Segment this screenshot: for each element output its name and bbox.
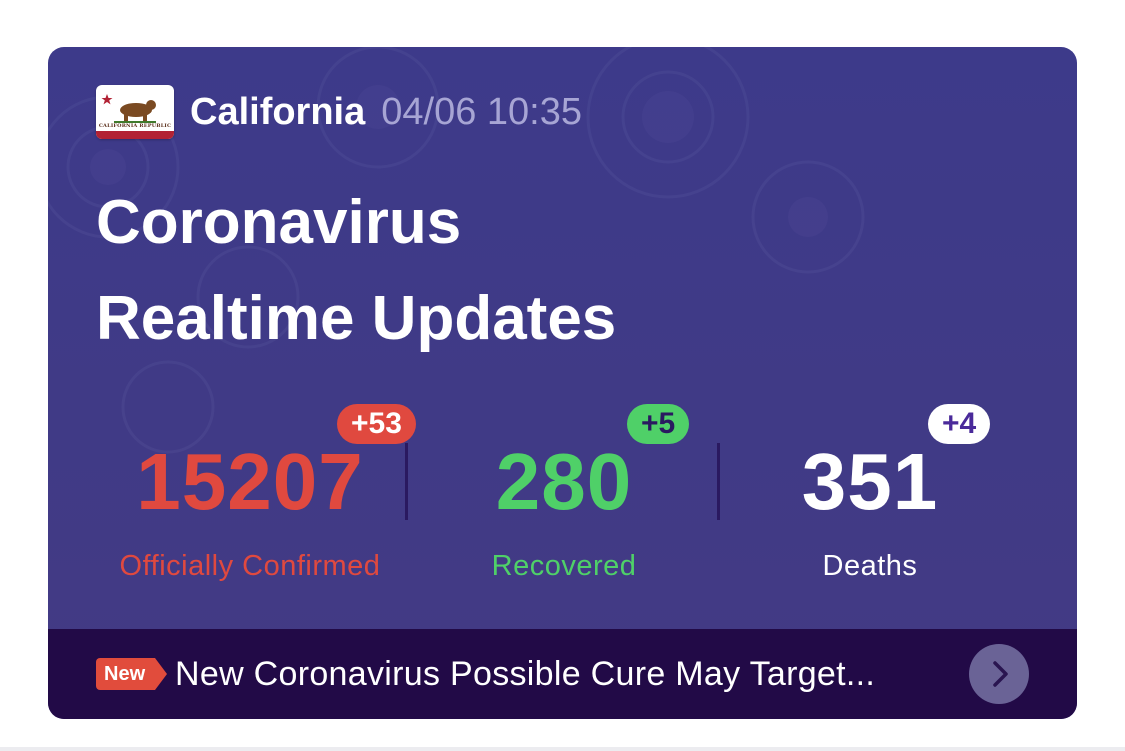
card-title: Coronavirus Realtime Updates xyxy=(96,175,616,367)
news-arrow-button[interactable] xyxy=(969,644,1029,704)
coronavirus-updates-card[interactable]: CALIFORNIA REPUBLIC California 04/06 10:… xyxy=(48,47,1077,719)
news-bar[interactable]: New New Coronavirus Possible Cure May Ta… xyxy=(48,629,1077,719)
new-tag-point xyxy=(155,658,168,690)
recovered-stat: 280 Recovered xyxy=(404,437,724,607)
confirmed-label: Officially Confirmed xyxy=(119,550,381,582)
region-name: California xyxy=(190,90,366,133)
new-tag: New xyxy=(96,658,168,690)
flag-red-stripe xyxy=(96,131,174,139)
deaths-stat: 351 Deaths xyxy=(710,437,1030,607)
chevron-right-icon xyxy=(993,661,1008,687)
recovered-label: Recovered xyxy=(491,550,637,582)
confirmed-count: 15207 xyxy=(136,437,364,526)
title-line-2: Realtime Updates xyxy=(96,284,617,353)
deaths-delta-badge: +4 xyxy=(928,404,991,444)
news-headline[interactable]: New Coronavirus Possible Cure May Target… xyxy=(175,653,875,695)
update-timestamp: 04/06 10:35 xyxy=(381,90,582,133)
bottom-separator xyxy=(0,747,1125,751)
recovered-count: 280 xyxy=(495,437,633,526)
new-tag-label: New xyxy=(104,663,146,685)
deaths-label: Deaths xyxy=(822,550,918,582)
title-line-1: Coronavirus xyxy=(96,188,462,257)
page: CALIFORNIA REPUBLIC California 04/06 10:… xyxy=(0,0,1125,751)
flag-caption: CALIFORNIA REPUBLIC xyxy=(98,123,172,129)
deaths-count: 351 xyxy=(801,437,939,526)
confirmed-stat: 15207 Officially Confirmed xyxy=(90,437,410,607)
card-header: CALIFORNIA REPUBLIC California 04/06 10:… xyxy=(96,85,582,139)
california-flag-icon: CALIFORNIA REPUBLIC xyxy=(96,85,174,139)
recovered-delta-badge: +5 xyxy=(627,404,690,444)
